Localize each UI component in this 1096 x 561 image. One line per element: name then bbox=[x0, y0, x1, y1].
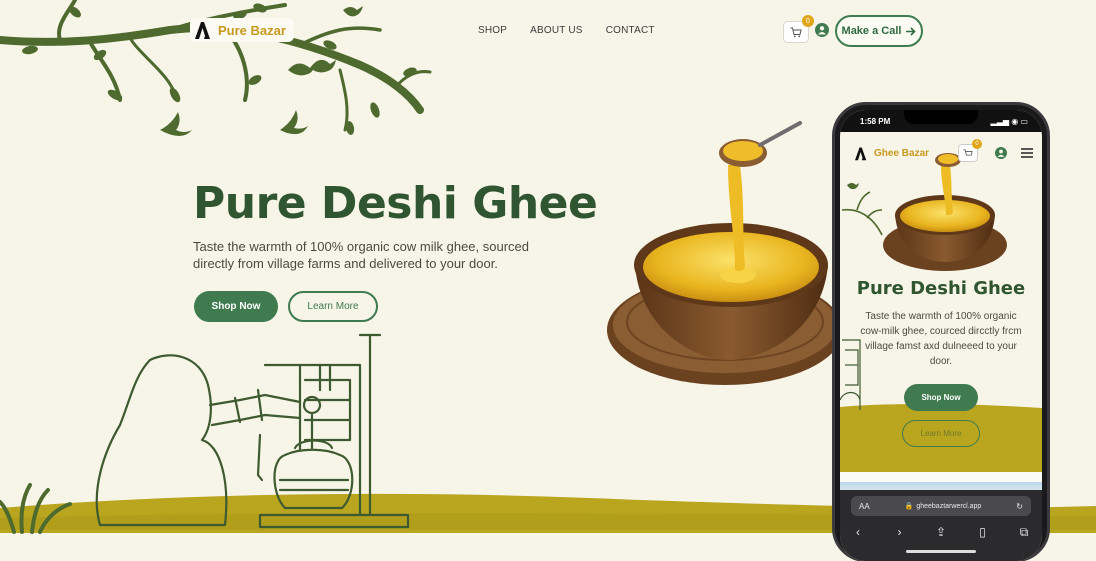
phone-browser-toolbar: ‹ › ⇪ ▯ ⧉ bbox=[850, 524, 1032, 540]
phone-cart-icon bbox=[963, 148, 973, 156]
phone-cart-badge: 0 bbox=[972, 139, 982, 149]
phone-browser-bar: AA 🔒 gheebaztarwercl.app ↻ ‹ › ⇪ ▯ ⧉ bbox=[840, 490, 1042, 561]
nav-about-us[interactable]: ABOUT US bbox=[530, 25, 583, 36]
nav-contact[interactable]: CONTACT bbox=[606, 25, 655, 36]
cart-button[interactable]: 0 bbox=[783, 15, 814, 43]
woman-churning-illustration bbox=[95, 333, 410, 529]
back-icon[interactable]: ‹ bbox=[850, 525, 866, 539]
phone-user-icon[interactable] bbox=[995, 147, 1007, 159]
cart-icon bbox=[790, 27, 802, 37]
phone-url-text: gheebaztarwercl.app bbox=[916, 502, 982, 510]
call-button-label: Make a Call bbox=[841, 25, 902, 37]
phone-hero-title: Pure Deshi Ghee bbox=[856, 278, 1026, 299]
phone-time: 1:58 PM bbox=[860, 116, 891, 126]
phone-cart-button[interactable]: 0 bbox=[958, 139, 982, 162]
phone-branch-illustration bbox=[842, 183, 883, 236]
phone-ghee-bowl-image bbox=[883, 153, 1007, 271]
hero-subtitle: Taste the warmth of 100% organic cow mil… bbox=[193, 239, 530, 271]
phone-screen: 1:58 PM ▂▃▅ ◉ ▭ Ghee Bazar 0 Pure Deshi … bbox=[840, 110, 1042, 561]
phone-home-indicator bbox=[906, 550, 976, 553]
learn-more-button[interactable]: Learn More bbox=[288, 291, 378, 322]
phone-url-bar[interactable]: AA 🔒 gheebaztarwercl.app ↻ bbox=[851, 496, 1031, 516]
user-icon[interactable] bbox=[815, 23, 829, 37]
share-icon[interactable]: ⇪ bbox=[933, 525, 949, 539]
make-a-call-button[interactable]: Make a Call bbox=[835, 15, 923, 47]
lock-icon: 🔒 bbox=[904, 503, 914, 510]
forward-icon[interactable]: › bbox=[892, 525, 908, 539]
phone-logo-icon bbox=[855, 147, 867, 161]
shop-now-button[interactable]: Shop Now bbox=[194, 291, 278, 322]
phone-text-size-button[interactable]: AA bbox=[859, 502, 870, 511]
brand-name: Pure Bazar bbox=[218, 22, 286, 38]
tabs-icon[interactable]: ⧉ bbox=[1016, 525, 1032, 540]
phone-url-group: 🔒 gheebaztarwercl.app bbox=[904, 502, 982, 511]
cart-badge: 0 bbox=[802, 15, 814, 27]
reload-icon[interactable]: ↻ bbox=[1016, 502, 1023, 511]
brand-logo[interactable]: Pure Bazar bbox=[190, 18, 294, 42]
phone-learn-more-button[interactable]: Learn More bbox=[902, 420, 980, 447]
ghee-bowl-image bbox=[607, 121, 835, 385]
bookmarks-icon[interactable]: ▯ bbox=[975, 525, 991, 539]
logo-icon bbox=[195, 22, 210, 39]
hero-title: Pure Deshi Ghee bbox=[193, 178, 598, 229]
nav-shop[interactable]: SHOP bbox=[478, 25, 507, 36]
phone-menu-icon[interactable] bbox=[1021, 148, 1033, 158]
phone-churn-illustration bbox=[840, 339, 861, 410]
arrow-right-icon bbox=[906, 26, 917, 36]
main-nav: SHOP ABOUT US CONTACT bbox=[478, 25, 655, 36]
phone-signal-battery-icon: ▂▃▅ ◉ ▭ bbox=[990, 116, 1028, 126]
phone-shop-now-button[interactable]: Shop Now bbox=[904, 384, 978, 411]
phone-hero-subtitle: Taste the warmth of 100% organic cow-mil… bbox=[860, 311, 1022, 367]
phone-notch bbox=[904, 110, 978, 124]
